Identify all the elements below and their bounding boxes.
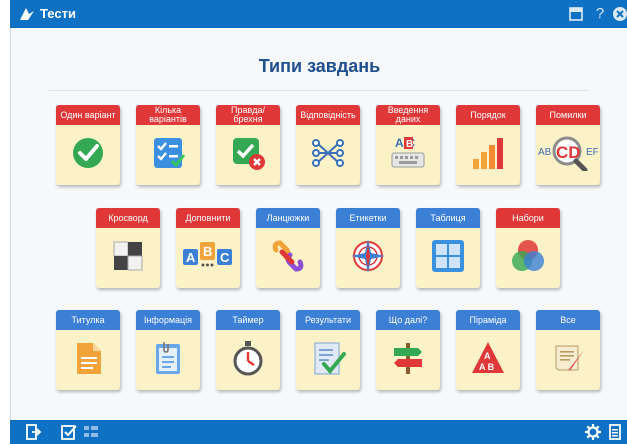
tile-table[interactable]: Таблиця bbox=[416, 208, 480, 288]
pyramid-top-letter: A bbox=[484, 351, 491, 361]
tile-label: Відповідність bbox=[296, 105, 360, 125]
checklist-icon bbox=[150, 135, 186, 171]
document-menu-icon[interactable] bbox=[606, 423, 624, 441]
tile-data-entry[interactable]: Введення даних A C B bbox=[376, 105, 440, 185]
chain-link-icon bbox=[270, 238, 306, 274]
document-icon bbox=[70, 340, 106, 376]
list-icon[interactable] bbox=[82, 423, 100, 441]
tile-label: Ланцюжки bbox=[256, 208, 320, 228]
tile-timer[interactable]: Таймер bbox=[216, 310, 280, 390]
tile-sets[interactable]: Набори bbox=[496, 208, 560, 288]
tile-label: Все bbox=[536, 310, 600, 330]
data-entry-box-letter: B bbox=[406, 139, 413, 150]
main-area: Типи завдань Один варіант Кілька варіант… bbox=[10, 28, 627, 420]
app-logo-icon bbox=[18, 5, 36, 23]
page-title: Типи завдань bbox=[258, 56, 381, 76]
keyboard-icon: A C B bbox=[390, 135, 426, 171]
tile-results[interactable]: Результати bbox=[296, 310, 360, 390]
tile-crossword[interactable]: Кросворд bbox=[96, 208, 160, 288]
tile-label: Титулка bbox=[56, 310, 120, 330]
tile-multi-variant[interactable]: Кілька варіантів bbox=[136, 105, 200, 185]
tile-label: Порядок bbox=[456, 105, 520, 125]
matching-icon bbox=[310, 135, 346, 171]
tile-label: Етикетки bbox=[336, 208, 400, 228]
gear-icon[interactable] bbox=[584, 423, 602, 441]
results-icon bbox=[310, 340, 346, 376]
tile-label: Помилки bbox=[536, 105, 600, 125]
clipboard-icon bbox=[150, 340, 186, 376]
title-bar: Тести ? bbox=[10, 0, 627, 28]
pyramid-bottom-letters: A B bbox=[479, 362, 495, 372]
venn-diagram-icon bbox=[510, 238, 546, 274]
errors-left-text: AB bbox=[538, 147, 552, 158]
close-icon[interactable] bbox=[610, 4, 627, 24]
checkmark-icon bbox=[70, 135, 106, 171]
compass-icon bbox=[350, 238, 386, 274]
tile-true-false[interactable]: Правда/брехня bbox=[216, 105, 280, 185]
window-icon[interactable] bbox=[566, 4, 586, 24]
tile-errors[interactable]: Помилки AB EF CD bbox=[536, 105, 600, 185]
tile-title-page[interactable]: Титулка bbox=[56, 310, 120, 390]
complete-letter-b: B bbox=[203, 244, 212, 259]
tile-label: Таймер bbox=[216, 310, 280, 330]
tile-label: Правда/брехня bbox=[216, 105, 280, 125]
stopwatch-icon bbox=[230, 340, 266, 376]
crossword-icon bbox=[110, 238, 146, 274]
tile-pyramid[interactable]: Піраміда A A B bbox=[456, 310, 520, 390]
tile-whats-next[interactable]: Що далі? bbox=[376, 310, 440, 390]
signpost-icon bbox=[390, 340, 426, 376]
bar-chart-icon bbox=[470, 135, 506, 171]
tile-label: Кілька варіантів bbox=[136, 105, 200, 125]
edit-icon[interactable] bbox=[60, 423, 78, 441]
bottom-toolbar bbox=[10, 420, 627, 444]
tile-label: Набори bbox=[496, 208, 560, 228]
app-title: Тести bbox=[40, 6, 76, 21]
scroll-quill-icon bbox=[550, 340, 586, 376]
tile-label: Кросворд bbox=[96, 208, 160, 228]
tile-label: Піраміда bbox=[456, 310, 520, 330]
complete-letter-a: A bbox=[186, 250, 196, 265]
abc-blocks-icon: A B C bbox=[182, 238, 234, 274]
errors-right-text: EF bbox=[586, 147, 598, 158]
tile-label: Один варіант bbox=[56, 105, 120, 125]
tile-label: Введення даних bbox=[376, 105, 440, 125]
tile-chains[interactable]: Ланцюжки bbox=[256, 208, 320, 288]
tile-order[interactable]: Порядок bbox=[456, 105, 520, 185]
exit-icon[interactable] bbox=[24, 423, 42, 441]
help-icon[interactable]: ? bbox=[590, 4, 610, 24]
tile-label: Інформація bbox=[136, 310, 200, 330]
tile-labels[interactable]: Етикетки bbox=[336, 208, 400, 288]
heading-divider bbox=[49, 90, 589, 91]
true-false-icon bbox=[230, 135, 266, 171]
tile-label: Доповнити bbox=[176, 208, 240, 228]
complete-letter-c: C bbox=[220, 250, 230, 265]
tile-info[interactable]: Інформація bbox=[136, 310, 200, 390]
tile-matching[interactable]: Відповідність bbox=[296, 105, 360, 185]
magnifier-icon: AB EF CD bbox=[538, 135, 598, 171]
pyramid-icon: A A B bbox=[470, 340, 506, 376]
tile-complete[interactable]: Доповнити A B C bbox=[176, 208, 240, 288]
tile-label: Результати bbox=[296, 310, 360, 330]
tile-label: Що далі? bbox=[376, 310, 440, 330]
table-icon bbox=[430, 238, 466, 274]
tile-one-variant[interactable]: Один варіант bbox=[56, 105, 120, 185]
tile-label: Таблиця bbox=[416, 208, 480, 228]
tile-all[interactable]: Все bbox=[536, 310, 600, 390]
